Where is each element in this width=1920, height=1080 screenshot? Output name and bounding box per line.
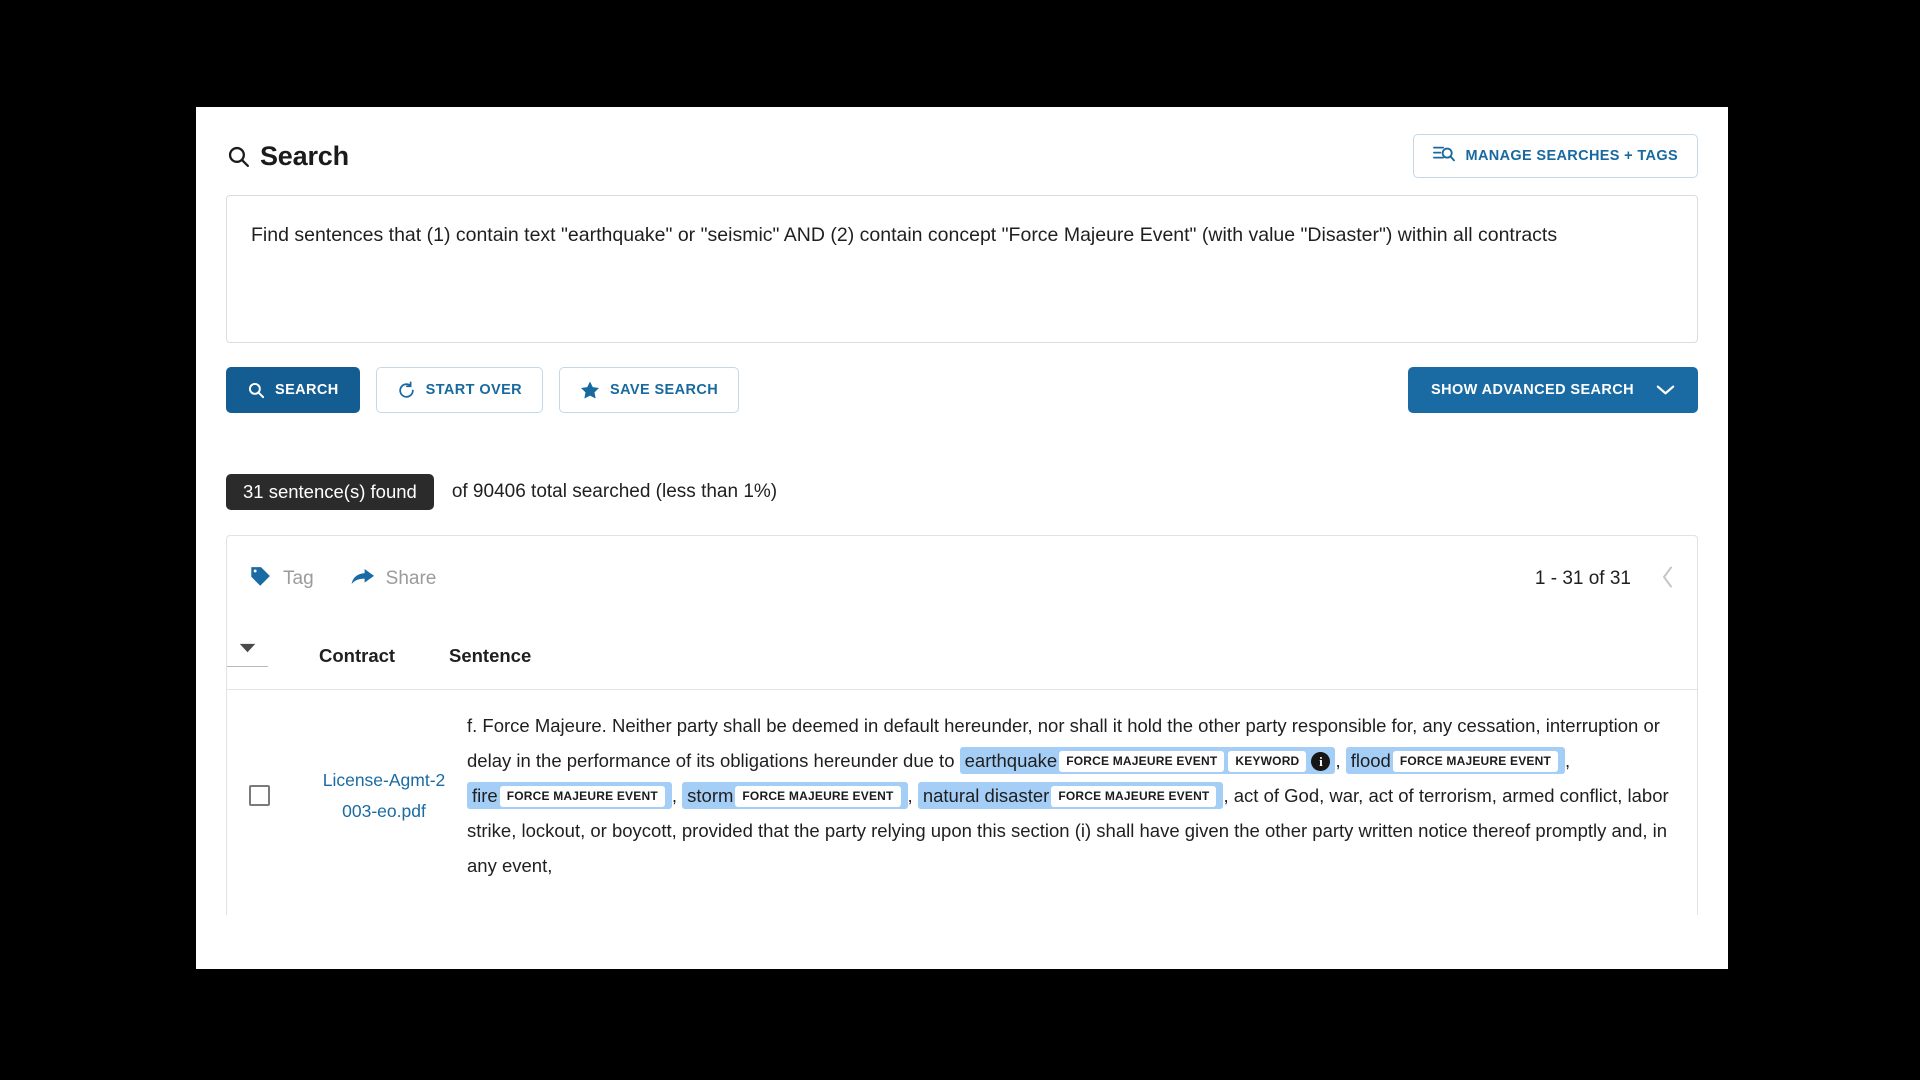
primary-actions-group: SEARCH START OVER SAVE SEARCH — [226, 367, 740, 413]
tag-action[interactable]: Tag — [249, 565, 314, 593]
results-summary-row: 31 sentence(s) found of 90406 total sear… — [226, 471, 1698, 513]
start-over-button[interactable]: START OVER — [375, 367, 544, 413]
highlight-term: flood — [1350, 750, 1391, 771]
highlight-term: earthquake — [964, 750, 1058, 771]
save-search-label: SAVE SEARCH — [610, 382, 719, 398]
annotation-chip[interactable]: FORCE MAJEURE EVENT — [1051, 786, 1217, 807]
search-icon — [247, 381, 265, 399]
results-toolbar: Tag Share 1 - 31 of 31 — [227, 536, 1697, 622]
page-title-group: Search — [226, 141, 349, 172]
sentence-plain-text: , — [1565, 750, 1571, 771]
sentence-highlight[interactable]: earthquake FORCE MAJEURE EVENT KEYWORD i — [959, 747, 1336, 774]
sentence-text: f. Force Majeure. Neither party shall be… — [467, 708, 1681, 883]
show-advanced-search-button[interactable]: SHOW ADVANCED SEARCH — [1408, 367, 1698, 413]
refresh-icon — [397, 381, 416, 400]
results-count-badge: 31 sentence(s) found — [226, 473, 434, 511]
search-button[interactable]: SEARCH — [226, 367, 360, 413]
search-actions-row: SEARCH START OVER SAVE SEARCH SHOW ADVAN… — [226, 367, 1698, 413]
row-contract-cell: License-Agmt-2003-eo.pdf — [319, 690, 449, 902]
chevron-down-icon — [1656, 384, 1675, 396]
results-panel: Tag Share 1 - 31 of 31 Contract Sentence… — [226, 535, 1698, 915]
annotation-chip[interactable]: KEYWORD — [1228, 751, 1307, 772]
page-header: Search MANAGE SEARCHES + TAGS — [196, 107, 1728, 183]
manage-searches-tags-label: MANAGE SEARCHES + TAGS — [1465, 148, 1678, 164]
contract-link[interactable]: License-Agmt-2003-eo.pdf — [319, 765, 449, 827]
page-title: Search — [260, 140, 349, 171]
sentence-highlight[interactable]: flood FORCE MAJEURE EVENT — [1345, 747, 1565, 774]
sentence-plain-text: , — [671, 785, 683, 806]
sentence-highlight[interactable]: fire FORCE MAJEURE EVENT — [467, 782, 672, 809]
results-pagination: 1 - 31 of 31 — [1535, 565, 1675, 594]
highlight-term: storm — [687, 785, 734, 806]
column-header-select — [227, 622, 319, 690]
results-toolbar-actions: Tag Share — [249, 565, 436, 593]
search-button-label: SEARCH — [275, 382, 339, 398]
manage-searches-tags-button[interactable]: MANAGE SEARCHES + TAGS — [1412, 134, 1698, 178]
start-over-label: START OVER — [425, 382, 523, 398]
save-search-button[interactable]: SAVE SEARCH — [559, 367, 740, 413]
show-advanced-search-label: SHOW ADVANCED SEARCH — [1431, 382, 1634, 398]
results-count-detail: of 90406 total searched (less than 1%) — [451, 481, 778, 502]
sentence-highlight[interactable]: natural disaster FORCE MAJEURE EVENT — [917, 782, 1224, 809]
tag-label: Tag — [283, 568, 314, 589]
share-arrow-icon — [350, 565, 375, 593]
query-input-container[interactable]: Find sentences that (1) contain text "ea… — [226, 195, 1698, 343]
results-table-head: Contract Sentence — [227, 622, 1697, 690]
sentence-plain-text: , — [907, 785, 918, 806]
annotation-chip[interactable]: FORCE MAJEURE EVENT — [735, 786, 901, 807]
annotation-chip[interactable]: FORCE MAJEURE EVENT — [1059, 751, 1225, 772]
highlight-term: fire — [472, 785, 498, 806]
table-header-row: Contract Sentence — [227, 622, 1697, 690]
column-header-sentence[interactable]: Sentence — [449, 622, 1697, 690]
annotation-chip[interactable]: FORCE MAJEURE EVENT — [499, 786, 665, 807]
row-sentence-cell: f. Force Majeure. Neither party shall be… — [449, 690, 1697, 902]
tag-icon — [249, 565, 272, 593]
caret-down-icon[interactable] — [227, 636, 268, 667]
sentence-plain-text: , — [1335, 750, 1346, 771]
chevron-left-icon[interactable] — [1661, 565, 1675, 594]
star-icon — [580, 380, 600, 400]
results-table-body: License-Agmt-2003-eo.pdf f. Force Majeur… — [227, 690, 1697, 902]
page-range-label: 1 - 31 of 31 — [1534, 568, 1631, 589]
annotation-chip[interactable]: FORCE MAJEURE EVENT — [1392, 751, 1558, 772]
table-row: License-Agmt-2003-eo.pdf f. Force Majeur… — [227, 690, 1697, 902]
row-checkbox[interactable] — [249, 785, 270, 806]
search-icon — [226, 144, 251, 169]
search-query-input[interactable]: Find sentences that (1) contain text "ea… — [251, 220, 1673, 250]
row-select-cell — [227, 690, 319, 902]
sentence-highlight[interactable]: storm FORCE MAJEURE EVENT — [682, 782, 908, 809]
search-app-window: Search MANAGE SEARCHES + TAGS Find sente… — [196, 107, 1728, 969]
share-label: Share — [385, 568, 437, 589]
info-icon[interactable]: i — [1311, 752, 1331, 771]
highlight-term: natural disaster — [922, 785, 1050, 806]
list-search-icon — [1432, 144, 1455, 169]
share-action[interactable]: Share — [350, 565, 437, 593]
column-header-contract[interactable]: Contract — [319, 622, 449, 690]
results-table: Contract Sentence License-Agmt-2003-eo.p… — [227, 622, 1697, 901]
